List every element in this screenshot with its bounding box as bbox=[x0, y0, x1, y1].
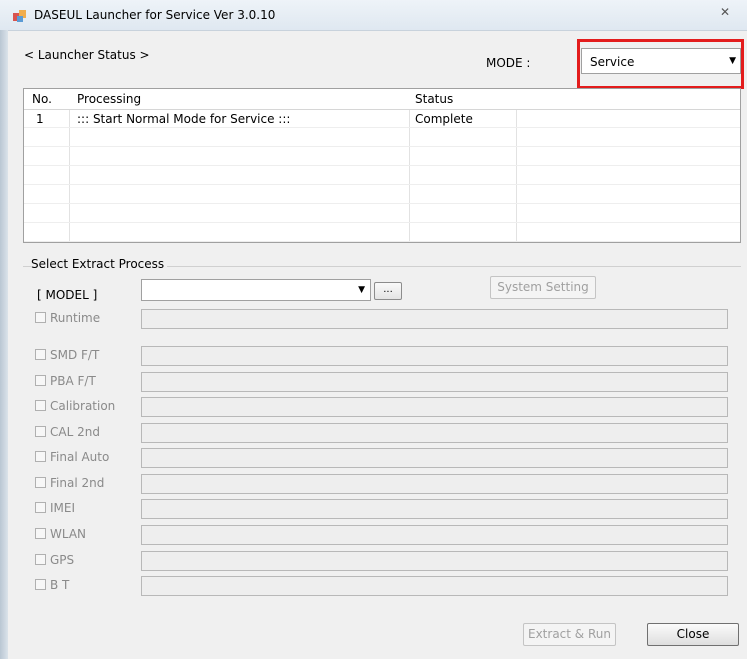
table-row bbox=[24, 128, 740, 147]
runtime-field bbox=[141, 309, 728, 329]
option-row-imei: IMEI bbox=[35, 499, 730, 519]
bt-field bbox=[141, 576, 728, 596]
option-row-cal-2nd: CAL 2nd bbox=[35, 423, 730, 443]
option-label: GPS bbox=[50, 553, 75, 567]
wlan-field bbox=[141, 525, 728, 545]
option-row-calibration: Calibration bbox=[35, 397, 730, 417]
option-row-wlan: WLAN bbox=[35, 525, 730, 545]
pba-ft-field bbox=[141, 372, 728, 392]
extract-run-button[interactable]: Extract & Run bbox=[523, 623, 616, 646]
option-row-gps: GPS bbox=[35, 551, 730, 571]
launcher-status-heading: < Launcher Status > bbox=[24, 48, 150, 62]
table-row bbox=[24, 185, 740, 204]
runtime-checkbox[interactable] bbox=[35, 312, 46, 323]
close-icon[interactable]: ✕ bbox=[711, 2, 739, 22]
window-title: DASEUL Launcher for Service Ver 3.0.10 bbox=[34, 8, 276, 22]
gps-checkbox[interactable] bbox=[35, 554, 46, 565]
calibration-checkbox[interactable] bbox=[35, 400, 46, 411]
table-row[interactable]: 1 ::: Start Normal Mode for Service ::: … bbox=[24, 109, 740, 128]
cell-no: 1 bbox=[36, 112, 44, 126]
wlan-checkbox[interactable] bbox=[35, 528, 46, 539]
gps-field bbox=[141, 551, 728, 571]
chevron-down-icon: ▼ bbox=[729, 56, 736, 66]
process-table[interactable]: No. Processing Status 1 ::: Start Normal… bbox=[23, 88, 741, 243]
option-row-final-auto: Final Auto bbox=[35, 448, 730, 468]
mode-select-value: Service bbox=[590, 55, 635, 69]
option-label: WLAN bbox=[50, 527, 87, 541]
calibration-field bbox=[141, 397, 728, 417]
final-2nd-field bbox=[141, 474, 728, 494]
table-row bbox=[24, 223, 740, 242]
mode-select[interactable]: Service ▼ bbox=[581, 48, 741, 74]
column-header-processing[interactable]: Processing bbox=[77, 92, 141, 106]
option-label: Final Auto bbox=[50, 450, 110, 464]
cal-2nd-field bbox=[141, 423, 728, 443]
option-row-final-2nd: Final 2nd bbox=[35, 474, 730, 494]
option-label: Final 2nd bbox=[50, 476, 105, 490]
final-auto-field bbox=[141, 448, 728, 468]
cal-2nd-checkbox[interactable] bbox=[35, 426, 46, 437]
smd-ft-field bbox=[141, 346, 728, 366]
imei-field bbox=[141, 499, 728, 519]
option-label: B T bbox=[50, 578, 70, 592]
option-row-runtime: Runtime bbox=[35, 309, 730, 329]
model-label: [ MODEL ] bbox=[37, 288, 98, 302]
option-label: PBA F/T bbox=[50, 374, 96, 388]
option-row-smd-ft: SMD F/T bbox=[35, 346, 730, 366]
option-label: SMD F/T bbox=[50, 348, 100, 362]
table-row bbox=[24, 204, 740, 223]
pba-ft-checkbox[interactable] bbox=[35, 375, 46, 386]
close-button[interactable]: Close bbox=[647, 623, 739, 646]
app-icon bbox=[13, 10, 26, 22]
window-edge bbox=[0, 30, 8, 659]
option-label: Runtime bbox=[50, 311, 101, 325]
bt-checkbox[interactable] bbox=[35, 579, 46, 590]
mode-label: MODE : bbox=[486, 56, 531, 70]
imei-checkbox[interactable] bbox=[35, 502, 46, 513]
browse-button[interactable]: ... bbox=[374, 282, 402, 300]
cell-status: Complete bbox=[415, 112, 473, 126]
column-header-no[interactable]: No. bbox=[32, 92, 52, 106]
model-select[interactable]: ▼ bbox=[141, 279, 371, 301]
extract-group-title: Select Extract Process bbox=[31, 257, 168, 271]
option-label: CAL 2nd bbox=[50, 425, 100, 439]
option-row-pba-ft: PBA F/T bbox=[35, 372, 730, 392]
table-row bbox=[24, 166, 740, 185]
option-row-bt: B T bbox=[35, 576, 730, 596]
option-label: IMEI bbox=[50, 501, 76, 515]
chevron-down-icon: ▼ bbox=[358, 285, 365, 295]
launcher-window: DASEUL Launcher for Service Ver 3.0.10 ✕… bbox=[0, 0, 747, 659]
final-auto-checkbox[interactable] bbox=[35, 451, 46, 462]
final-2nd-checkbox[interactable] bbox=[35, 477, 46, 488]
column-header-status[interactable]: Status bbox=[415, 92, 453, 106]
system-setting-button[interactable]: System Setting bbox=[490, 276, 596, 299]
cell-processing: ::: Start Normal Mode for Service ::: bbox=[77, 112, 291, 126]
table-row bbox=[24, 147, 740, 166]
smd-ft-checkbox[interactable] bbox=[35, 349, 46, 360]
option-label: Calibration bbox=[50, 399, 116, 413]
table-header: No. Processing Status bbox=[24, 89, 740, 110]
title-bar: DASEUL Launcher for Service Ver 3.0.10 ✕ bbox=[0, 0, 747, 31]
